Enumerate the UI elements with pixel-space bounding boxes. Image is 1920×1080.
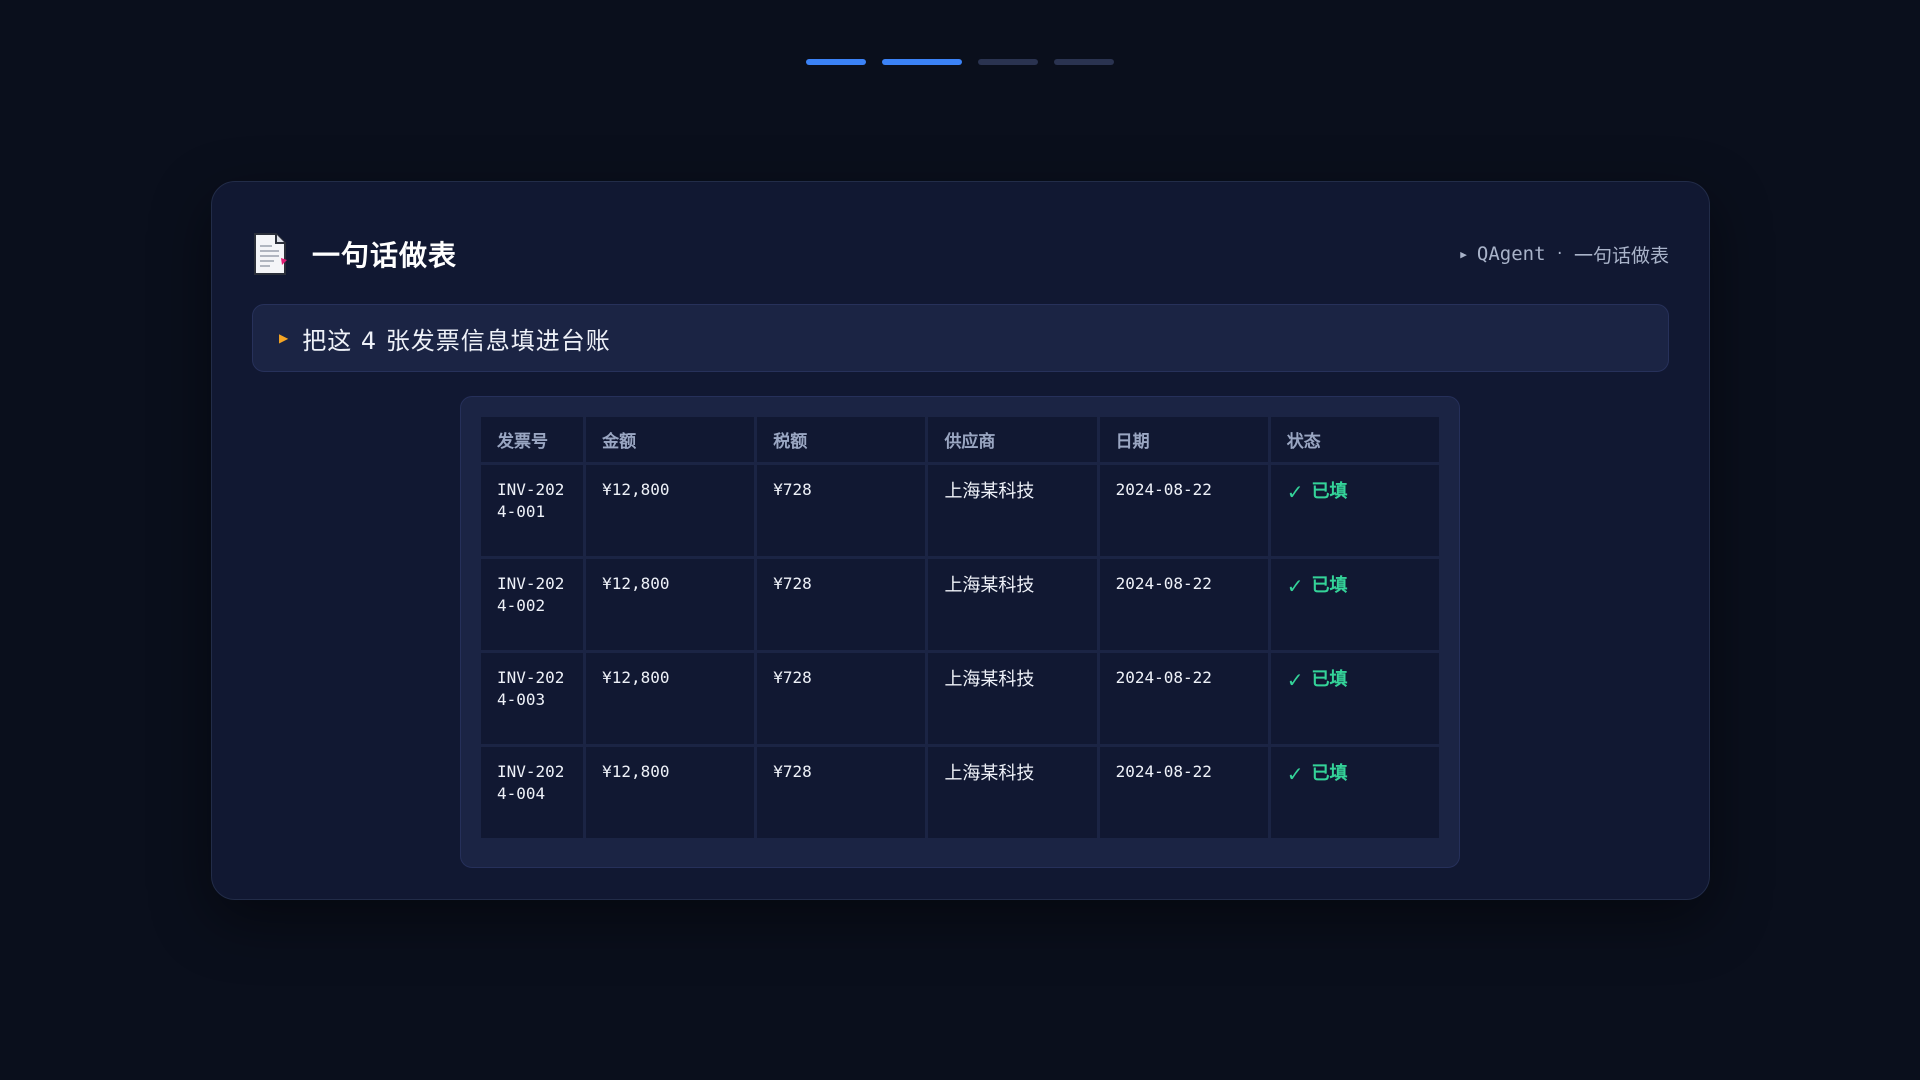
document-icon bbox=[252, 232, 288, 276]
table-header-row: 发票号 金额 税额 供应商 日期 状态 bbox=[481, 417, 1439, 462]
ledger-table: 发票号 金额 税额 供应商 日期 状态 INV-2024-001 ¥12,800… bbox=[478, 414, 1442, 841]
progress-step-4 bbox=[1054, 59, 1114, 65]
prompt-text: 把这 4 张发票信息填进台账 bbox=[302, 326, 611, 355]
cell-vendor: 上海某科技 bbox=[928, 747, 1097, 838]
cell-amount: ¥12,800 bbox=[586, 653, 755, 744]
panel-header: 一句话做表 ▶ QAgent · 一句话做表 bbox=[252, 230, 1669, 278]
breadcrumb-separator: · bbox=[1555, 246, 1564, 262]
column-header-invoice: 发票号 bbox=[481, 417, 584, 462]
page-title: 一句话做表 bbox=[312, 239, 458, 272]
cell-amount: ¥12,800 bbox=[586, 465, 755, 556]
status-label: 已填 bbox=[1311, 575, 1348, 596]
table-row[interactable]: INV-2024-004 ¥12,800 ¥728 上海某科技 2024-08-… bbox=[481, 747, 1439, 838]
cell-vendor: 上海某科技 bbox=[928, 653, 1097, 744]
cell-date: 2024-08-22 bbox=[1099, 559, 1268, 650]
status-badge: ✓ 已填 bbox=[1287, 667, 1423, 691]
cell-status: ✓ 已填 bbox=[1270, 653, 1439, 744]
status-badge: ✓ 已填 bbox=[1287, 573, 1423, 597]
cell-status: ✓ 已填 bbox=[1270, 559, 1439, 650]
prompt-bar: ▶ 把这 4 张发票信息填进台账 bbox=[252, 304, 1669, 372]
cell-vendor: 上海某科技 bbox=[928, 465, 1097, 556]
check-icon: ✓ bbox=[1286, 668, 1304, 692]
cell-tax: ¥728 bbox=[757, 465, 926, 556]
ledger-table-card: 发票号 金额 税额 供应商 日期 状态 INV-2024-001 ¥12,800… bbox=[460, 396, 1460, 868]
progress-step-1 bbox=[806, 59, 866, 65]
cell-amount: ¥12,800 bbox=[586, 559, 755, 650]
cell-invoice: INV-2024-003 bbox=[481, 653, 584, 744]
cell-status: ✓ 已填 bbox=[1270, 465, 1439, 556]
check-icon: ✓ bbox=[1286, 480, 1304, 504]
status-label: 已填 bbox=[1311, 481, 1348, 502]
cell-tax: ¥728 bbox=[757, 747, 926, 838]
column-header-vendor: 供应商 bbox=[928, 417, 1097, 462]
progress-step-2 bbox=[882, 59, 962, 65]
column-header-tax: 税额 bbox=[757, 417, 926, 462]
cell-tax: ¥728 bbox=[757, 559, 926, 650]
cell-invoice: INV-2024-002 bbox=[481, 559, 584, 650]
status-label: 已填 bbox=[1311, 669, 1348, 690]
table-row[interactable]: INV-2024-003 ¥12,800 ¥728 上海某科技 2024-08-… bbox=[481, 653, 1439, 744]
cell-vendor: 上海某科技 bbox=[928, 559, 1097, 650]
cell-date: 2024-08-22 bbox=[1099, 653, 1268, 744]
cell-invoice: INV-2024-004 bbox=[481, 747, 584, 838]
breadcrumb: ▶ QAgent · 一句话做表 bbox=[1460, 241, 1669, 268]
cell-amount: ¥12,800 bbox=[586, 747, 755, 838]
cell-invoice: INV-2024-001 bbox=[481, 465, 584, 556]
check-icon: ✓ bbox=[1286, 574, 1304, 598]
cell-date: 2024-08-22 bbox=[1099, 747, 1268, 838]
triangle-right-icon: ▶ bbox=[1460, 247, 1467, 261]
step-progress bbox=[0, 59, 1920, 65]
status-label: 已填 bbox=[1311, 763, 1348, 784]
table-row[interactable]: INV-2024-001 ¥12,800 ¥728 上海某科技 2024-08-… bbox=[481, 465, 1439, 556]
column-header-date: 日期 bbox=[1099, 417, 1268, 462]
prompt-marker-icon: ▶ bbox=[279, 331, 289, 345]
status-badge: ✓ 已填 bbox=[1287, 479, 1423, 503]
column-header-amount: 金额 bbox=[586, 417, 755, 462]
status-badge: ✓ 已填 bbox=[1287, 761, 1423, 785]
cell-date: 2024-08-22 bbox=[1099, 465, 1268, 556]
column-header-status: 状态 bbox=[1270, 417, 1439, 462]
check-icon: ✓ bbox=[1286, 762, 1304, 786]
breadcrumb-product[interactable]: QAgent bbox=[1477, 243, 1546, 265]
main-panel: 一句话做表 ▶ QAgent · 一句话做表 ▶ 把这 4 张发票信息填进台账 … bbox=[211, 181, 1710, 900]
progress-step-3 bbox=[978, 59, 1038, 65]
table-row[interactable]: INV-2024-002 ¥12,800 ¥728 上海某科技 2024-08-… bbox=[481, 559, 1439, 650]
breadcrumb-page: 一句话做表 bbox=[1573, 244, 1669, 267]
cell-tax: ¥728 bbox=[757, 653, 926, 744]
cell-status: ✓ 已填 bbox=[1270, 747, 1439, 838]
